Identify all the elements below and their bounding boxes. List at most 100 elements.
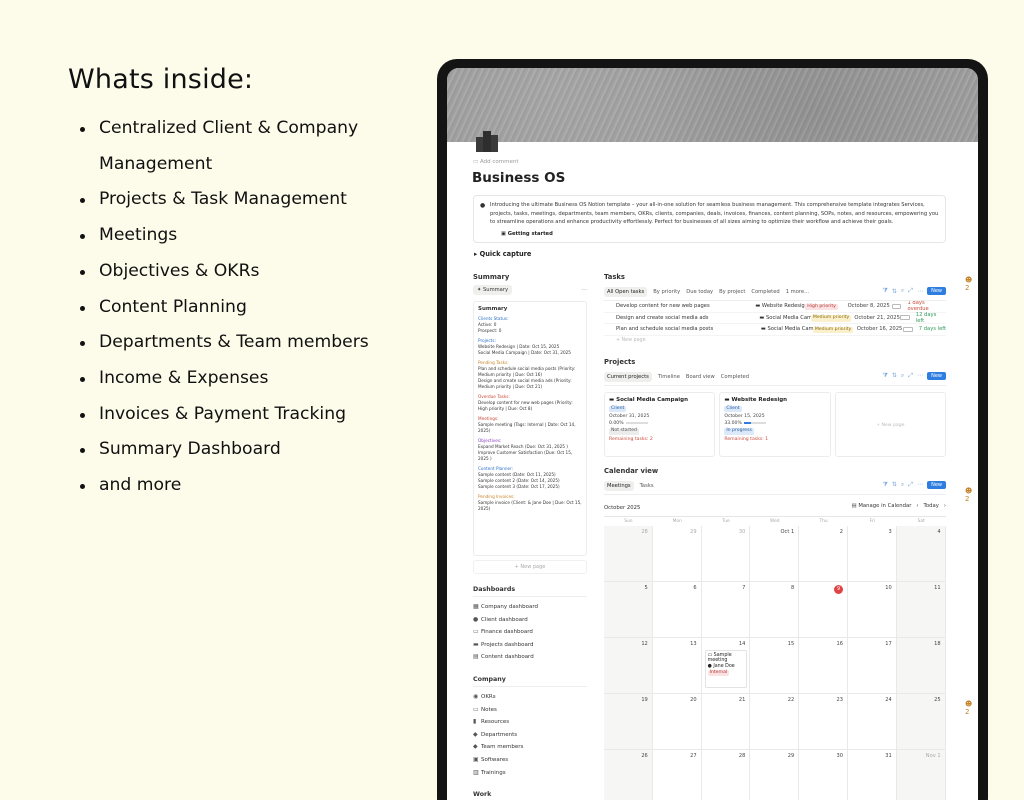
calendar-day[interactable]: 8 bbox=[750, 581, 800, 638]
calendar-day[interactable]: 28 bbox=[702, 749, 751, 800]
summary-card[interactable]: Summary Clients Status: Active: 0 Prospect:… bbox=[473, 301, 587, 556]
new-button[interactable]: New bbox=[927, 480, 946, 489]
nav-item-okrs[interactable]: ◉ OKRs bbox=[473, 691, 587, 704]
nav-item-company-dashboard[interactable]: ▦ Company dashboard bbox=[473, 601, 587, 614]
calendar-event[interactable]: ▭ Sample meeting ● Jane Doe Internal bbox=[704, 649, 747, 688]
more-icon[interactable]: ⋯ bbox=[917, 481, 923, 488]
today-button[interactable]: Today bbox=[924, 503, 939, 509]
calendar-day[interactable]: 22 bbox=[750, 693, 800, 750]
task-checkbox[interactable] bbox=[891, 303, 902, 309]
calendar-day[interactable]: 25 bbox=[896, 693, 946, 750]
manage-calendar-button[interactable]: ▤ Manage in Calendar bbox=[852, 503, 912, 509]
calendar-day[interactable]: 2 bbox=[799, 525, 848, 582]
sort-icon[interactable]: ⇅ bbox=[892, 481, 897, 488]
tab-due-today[interactable]: Due today bbox=[686, 289, 713, 295]
calendar-day[interactable]: 27 bbox=[653, 749, 702, 800]
new-button[interactable]: New bbox=[927, 287, 946, 295]
calendar-day[interactable]: 24 bbox=[847, 693, 897, 750]
calendar-day[interactable]: 21 bbox=[701, 693, 751, 750]
nav-item-content-dashboard[interactable]: ▤ Content dashboard bbox=[473, 651, 587, 664]
tab-all-open-tasks[interactable]: All Open tasks bbox=[604, 287, 648, 297]
task-checkbox[interactable] bbox=[902, 326, 913, 332]
filter-icon[interactable]: ⧩ bbox=[883, 287, 888, 295]
search-icon[interactable]: ⌕ bbox=[901, 481, 904, 489]
tab-completed[interactable]: Completed bbox=[751, 289, 779, 295]
new-page-button[interactable]: + New page bbox=[473, 560, 587, 574]
search-icon[interactable]: ⌕ bbox=[901, 372, 904, 380]
buildings-icon[interactable] bbox=[475, 128, 499, 152]
nav-item-softwares[interactable]: ▣ Softwares bbox=[473, 754, 587, 767]
calendar-day[interactable]: 20 bbox=[652, 693, 702, 750]
calendar-day[interactable]: Nov 1 bbox=[896, 749, 946, 800]
new-project-card[interactable]: + New page bbox=[834, 391, 946, 457]
calendar-day[interactable]: 30 bbox=[799, 749, 848, 800]
add-comment-button[interactable]: ▭ Add comment bbox=[473, 159, 518, 165]
nav-item-notes[interactable]: ▭ Notes bbox=[473, 704, 587, 717]
calendar-day[interactable]: 31 bbox=[848, 749, 897, 800]
calendar-day[interactable]: 16 bbox=[799, 637, 848, 694]
task-row[interactable]: Design and create social media ads ▬ Soci… bbox=[604, 312, 946, 324]
calendar-day[interactable]: Oct 1 bbox=[750, 525, 800, 582]
task-row[interactable]: Develop content for new web pages ▬ Websi… bbox=[604, 300, 946, 313]
filter-icon[interactable]: ⧩ bbox=[883, 481, 888, 489]
calendar-day[interactable]: 12 bbox=[604, 637, 653, 694]
task-row[interactable]: Plan and schedule social media posts ▬ So… bbox=[604, 324, 946, 336]
nav-item-departments[interactable]: ◆ Departments bbox=[473, 729, 587, 742]
tasks-new-page[interactable]: + New page bbox=[604, 336, 946, 346]
calendar-day[interactable]: 15 bbox=[750, 637, 800, 694]
project-card[interactable]: ▬ Website Redesign Client October 15, 2025… bbox=[719, 391, 831, 457]
calendar-day[interactable]: 10 bbox=[847, 581, 897, 638]
calendar-day[interactable]: 13 bbox=[652, 637, 702, 694]
expand-icon[interactable]: ⤢ bbox=[908, 481, 913, 489]
calendar-day[interactable]: 14 ▭ Sample meeting ● Jane Doe Internal bbox=[701, 637, 751, 694]
tab-by-project[interactable]: By project bbox=[719, 289, 745, 295]
comment-avatar-icon[interactable]: ☻ 2 bbox=[965, 487, 975, 503]
more-options-button[interactable]: ··· bbox=[581, 287, 587, 294]
calendar-day[interactable]: 3 bbox=[847, 525, 897, 582]
calendar-day[interactable]: 30 bbox=[701, 525, 751, 582]
calendar-day[interactable]: 29 bbox=[652, 525, 702, 582]
next-month-button[interactable]: › bbox=[944, 503, 946, 509]
tab-tasks[interactable]: Tasks bbox=[640, 483, 654, 489]
task-checkbox[interactable] bbox=[899, 315, 910, 321]
summary-tab[interactable]: ✦ Summary bbox=[473, 285, 513, 295]
calendar-day[interactable]: 7 bbox=[701, 581, 751, 638]
comment-avatar-icon[interactable]: ☻ 2 bbox=[965, 700, 975, 716]
project-card[interactable]: ▬ Social Media Campaign Client October 31,… bbox=[604, 391, 716, 457]
tab-by-priority[interactable]: By priority bbox=[653, 289, 680, 295]
filter-icon[interactable]: ⧩ bbox=[883, 372, 888, 380]
tab-meetings[interactable]: Meetings bbox=[604, 480, 634, 491]
sort-icon[interactable]: ⇅ bbox=[892, 372, 897, 379]
new-button[interactable]: New bbox=[927, 371, 946, 380]
more-icon[interactable]: ⋯ bbox=[917, 372, 923, 379]
tab-1-more-[interactable]: 1 more... bbox=[786, 289, 809, 295]
getting-started-link[interactable]: ▣ Getting started bbox=[490, 230, 939, 239]
tab-current-projects[interactable]: Current projects bbox=[604, 371, 652, 382]
calendar-day[interactable]: 29 bbox=[750, 749, 800, 800]
calendar-day[interactable]: 28 bbox=[604, 525, 653, 582]
calendar-day[interactable]: 23 bbox=[799, 693, 848, 750]
more-icon[interactable]: ⋯ bbox=[917, 288, 923, 295]
calendar-day[interactable]: 5 bbox=[604, 581, 653, 638]
comment-avatar-icon[interactable]: ☻ 2 bbox=[965, 276, 975, 292]
sort-icon[interactable]: ⇅ bbox=[892, 288, 897, 295]
calendar-day[interactable]: 4 bbox=[896, 525, 946, 582]
quick-capture-toggle[interactable]: ▸ Quick capture bbox=[474, 250, 531, 258]
calendar-day[interactable]: 11 bbox=[896, 581, 946, 638]
calendar-day[interactable]: 17 bbox=[847, 637, 897, 694]
expand-icon[interactable]: ⤢ bbox=[908, 287, 913, 295]
nav-item-resources[interactable]: ▮ Resources bbox=[473, 716, 587, 729]
expand-icon[interactable]: ⤢ bbox=[908, 372, 913, 380]
tab-board-view[interactable]: Board view bbox=[686, 374, 715, 380]
nav-item-projects-dashboard[interactable]: ▬ Projects dashboard bbox=[473, 639, 587, 652]
nav-item-finance-dashboard[interactable]: ▭ Finance dashboard bbox=[473, 626, 587, 639]
calendar-day[interactable]: 18 bbox=[896, 637, 946, 694]
prev-month-button[interactable]: ‹ bbox=[916, 503, 918, 509]
calendar-day[interactable]: 9 bbox=[799, 581, 848, 638]
nav-item-trainings[interactable]: ▥ Trainings bbox=[473, 767, 587, 780]
tab-timeline[interactable]: Timeline bbox=[658, 374, 680, 380]
calendar-day[interactable]: 19 bbox=[604, 693, 653, 750]
search-icon[interactable]: ⌕ bbox=[901, 287, 904, 295]
calendar-day[interactable]: 26 bbox=[604, 749, 653, 800]
calendar-day[interactable]: 6 bbox=[652, 581, 702, 638]
